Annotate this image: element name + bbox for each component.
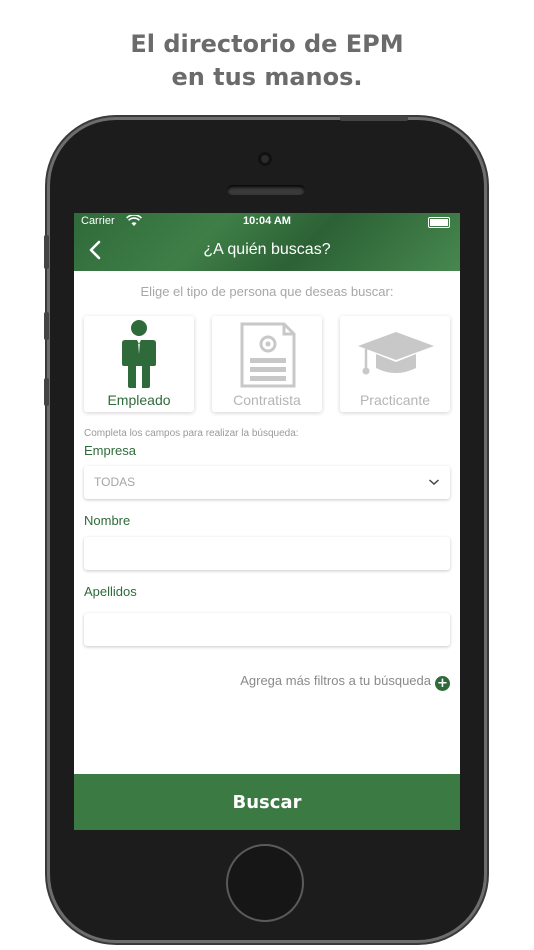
apellidos-input[interactable] — [84, 613, 450, 646]
person-type-label: Contratista — [233, 392, 301, 408]
add-more-filters-link[interactable]: Agrega más filtros a tu búsqueda + — [240, 673, 450, 691]
header-bar: Carrier 10:04 AM ¿A quién buscas? — [74, 213, 460, 271]
apellidos-label: Apellidos — [84, 584, 137, 599]
person-type-prompt: Elige el tipo de persona que deseas busc… — [140, 284, 394, 299]
graduation-cap-icon — [340, 316, 450, 390]
phone-volume-down — [44, 378, 49, 406]
chevron-down-icon — [428, 472, 440, 492]
earpiece-speaker — [227, 185, 305, 195]
headline-line-1: El directorio de EPM — [130, 30, 404, 58]
phone-power-button — [340, 116, 408, 121]
headline-line-2: en tus manos. — [171, 63, 363, 91]
battery-icon — [428, 217, 450, 228]
empresa-select[interactable]: TODAS — [84, 466, 450, 499]
empresa-label: Empresa — [84, 443, 137, 458]
navigation-bar: ¿A quién buscas? — [74, 235, 460, 267]
nombre-input[interactable] — [84, 537, 450, 570]
app-screen: Carrier 10:04 AM ¿A quién buscas? Elige … — [74, 213, 460, 830]
search-button[interactable]: Buscar — [74, 774, 460, 830]
contract-document-icon — [212, 316, 322, 390]
status-time: 10:04 AM — [243, 215, 291, 227]
nombre-label: Nombre — [84, 513, 131, 528]
home-button[interactable] — [228, 846, 302, 920]
status-bar: Carrier 10:04 AM — [74, 213, 460, 231]
person-type-label: Practicante — [359, 392, 431, 408]
employee-icon — [84, 316, 194, 390]
person-type-practicante[interactable]: Practicante — [340, 316, 450, 412]
more-filters-label: Agrega más filtros a tu búsqueda — [240, 673, 431, 688]
form-hint: Completa los campos para realizar la bús… — [84, 428, 299, 439]
phone-silent-switch — [44, 235, 49, 269]
page-title: ¿A quién buscas? — [203, 241, 331, 258]
plus-circle-icon: + — [435, 676, 450, 691]
person-type-label: Empleado — [107, 392, 171, 408]
person-type-contratista[interactable]: Contratista — [212, 316, 322, 412]
phone-volume-up — [44, 312, 49, 340]
person-type-empleado[interactable]: Empleado — [84, 316, 194, 412]
empresa-selected-value: TODAS — [94, 475, 136, 489]
promo-headline: El directorio de EPM en tus manos. — [0, 28, 534, 94]
front-camera — [258, 152, 272, 166]
